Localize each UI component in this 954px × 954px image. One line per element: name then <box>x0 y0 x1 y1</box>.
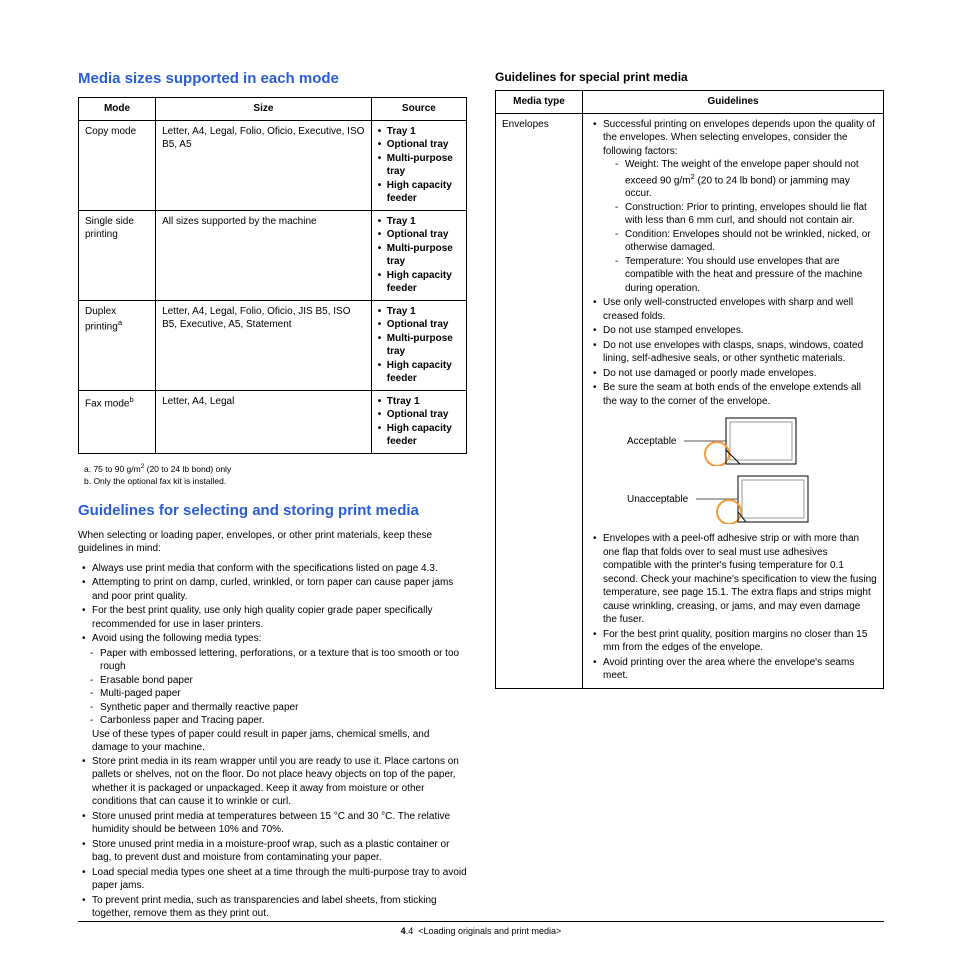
list-item: Paper with embossed lettering, perforati… <box>78 647 467 674</box>
envelope-icon <box>696 474 816 524</box>
source-item: Multi-purpose tray <box>378 152 460 179</box>
page-footer: 4.4 <Loading originals and print media> <box>78 921 884 936</box>
heading-media-sizes: Media sizes supported in each mode <box>78 70 467 87</box>
th-guidelines: Guidelines <box>583 91 884 114</box>
modes-table: Mode Size Source Copy modeLetter, A4, Le… <box>78 97 467 454</box>
source-cell: Tray 1Optional trayMulti-purpose trayHig… <box>371 300 466 390</box>
size-cell: Letter, A4, Legal, Folio, Oficio, Execut… <box>156 120 372 210</box>
size-cell: Letter, A4, Legal, Folio, Oficio, JIS B5… <box>156 300 372 390</box>
special-media-table: Media type Guidelines Envelopes Successf… <box>495 90 884 689</box>
heading-guidelines: Guidelines for selecting and storing pri… <box>78 502 467 519</box>
table-row: Copy modeLetter, A4, Legal, Folio, Ofici… <box>79 120 467 210</box>
list-item: To prevent print media, such as transpar… <box>78 894 467 921</box>
th-size: Size <box>156 98 372 121</box>
mode-cell: Single side printing <box>79 210 156 300</box>
list-item: Store unused print media at temperatures… <box>78 810 467 837</box>
table-footnotes: a. 75 to 90 g/m2 (20 to 24 lb bond) only… <box>84 462 467 488</box>
source-item: High capacity feeder <box>378 359 460 386</box>
avoid-after-text: Use of these types of paper could result… <box>78 728 467 755</box>
list-item: Use only well-constructed envelopes with… <box>589 296 877 323</box>
list-item: Synthetic paper and thermally reactive p… <box>78 701 467 715</box>
list-item: Avoid printing over the area where the e… <box>589 656 877 683</box>
list-item: Be sure the seam at both ends of the env… <box>589 381 877 408</box>
guidelines-list: Always use print media that conform with… <box>78 562 467 921</box>
list-item: Do not use stamped envelopes. <box>589 324 877 338</box>
list-item: Condition: Envelopes should not be wrink… <box>603 228 877 255</box>
th-source: Source <box>371 98 466 121</box>
source-cell: Tray 1Optional trayMulti-purpose trayHig… <box>371 120 466 210</box>
envelope-icon <box>684 416 804 466</box>
list-item: Always use print media that conform with… <box>78 562 467 576</box>
list-item: Carbonless paper and Tracing paper. <box>78 714 467 728</box>
list-item: For the best print quality, use only hig… <box>78 604 467 631</box>
th-media-type: Media type <box>496 91 583 114</box>
envelope-acceptable-diagram: Acceptable <box>627 416 877 466</box>
right-column: Guidelines for special print media Media… <box>495 60 884 924</box>
page-number-rest: .4 <box>406 926 414 936</box>
table-row: Duplex printingaLetter, A4, Legal, Folio… <box>79 300 467 390</box>
mode-cell: Duplex printinga <box>79 300 156 390</box>
list-item: Load special media types one sheet at a … <box>78 866 467 893</box>
envelope-unacceptable-diagram: Unacceptable <box>627 474 877 524</box>
footer-caption: <Loading originals and print media> <box>418 926 561 936</box>
list-item: Avoid using the following media types: <box>78 632 467 646</box>
size-cell: Letter, A4, Legal <box>156 390 372 453</box>
list-item: Multi-paged paper <box>78 687 467 701</box>
list-item: Store print media in its ream wrapper un… <box>78 755 467 809</box>
source-item: Tray 1 <box>378 125 460 139</box>
left-column: Media sizes supported in each mode Mode … <box>78 60 467 924</box>
source-item: Multi-purpose tray <box>378 242 460 269</box>
source-cell: Ttray 1Optional trayHigh capacity feeder <box>371 390 466 453</box>
list-item: Erasable bond paper <box>78 674 467 688</box>
acceptable-label: Acceptable <box>627 435 676 449</box>
size-cell: All sizes supported by the machine <box>156 210 372 300</box>
mode-cell: Fax modeb <box>79 390 156 453</box>
list-item: Do not use damaged or poorly made envelo… <box>589 367 877 381</box>
list-item: Successful printing on envelopes depends… <box>589 118 877 296</box>
page: Media sizes supported in each mode Mode … <box>0 0 954 954</box>
list-item: Temperature: You should use envelopes th… <box>603 255 877 296</box>
mode-cell: Copy mode <box>79 120 156 210</box>
source-item: Optional tray <box>378 318 460 332</box>
th-mode: Mode <box>79 98 156 121</box>
source-item: Optional tray <box>378 408 460 422</box>
unacceptable-label: Unacceptable <box>627 493 688 507</box>
table-row: Fax modebLetter, A4, LegalTtray 1Optiona… <box>79 390 467 453</box>
heading-special-media: Guidelines for special print media <box>495 70 884 84</box>
list-item: Attempting to print on damp, curled, wri… <box>78 576 467 603</box>
source-item: Ttray 1 <box>378 395 460 409</box>
source-cell: Tray 1Optional trayMulti-purpose trayHig… <box>371 210 466 300</box>
guidelines-intro: When selecting or loading paper, envelop… <box>78 529 467 556</box>
source-item: Tray 1 <box>378 305 460 319</box>
source-item: High capacity feeder <box>378 179 460 206</box>
source-item: Tray 1 <box>378 215 460 229</box>
source-item: High capacity feeder <box>378 422 460 449</box>
source-item: Multi-purpose tray <box>378 332 460 359</box>
list-item: Weight: The weight of the envelope paper… <box>603 158 877 201</box>
list-item: Envelopes with a peel-off adhesive strip… <box>589 532 877 627</box>
source-item: Optional tray <box>378 138 460 152</box>
guidelines-cell: Successful printing on envelopes depends… <box>583 113 884 688</box>
list-item: Construction: Prior to printing, envelop… <box>603 201 877 228</box>
media-type-cell: Envelopes <box>496 113 583 688</box>
table-row: Single side printingAll sizes supported … <box>79 210 467 300</box>
source-item: Optional tray <box>378 228 460 242</box>
source-item: High capacity feeder <box>378 269 460 296</box>
list-item: Do not use envelopes with clasps, snaps,… <box>589 339 877 366</box>
avoid-sublist: Paper with embossed lettering, perforati… <box>78 647 467 728</box>
table-row: Envelopes Successful printing on envelop… <box>496 113 884 688</box>
list-item: Store unused print media in a moisture-p… <box>78 838 467 865</box>
list-item: For the best print quality, position mar… <box>589 628 877 655</box>
